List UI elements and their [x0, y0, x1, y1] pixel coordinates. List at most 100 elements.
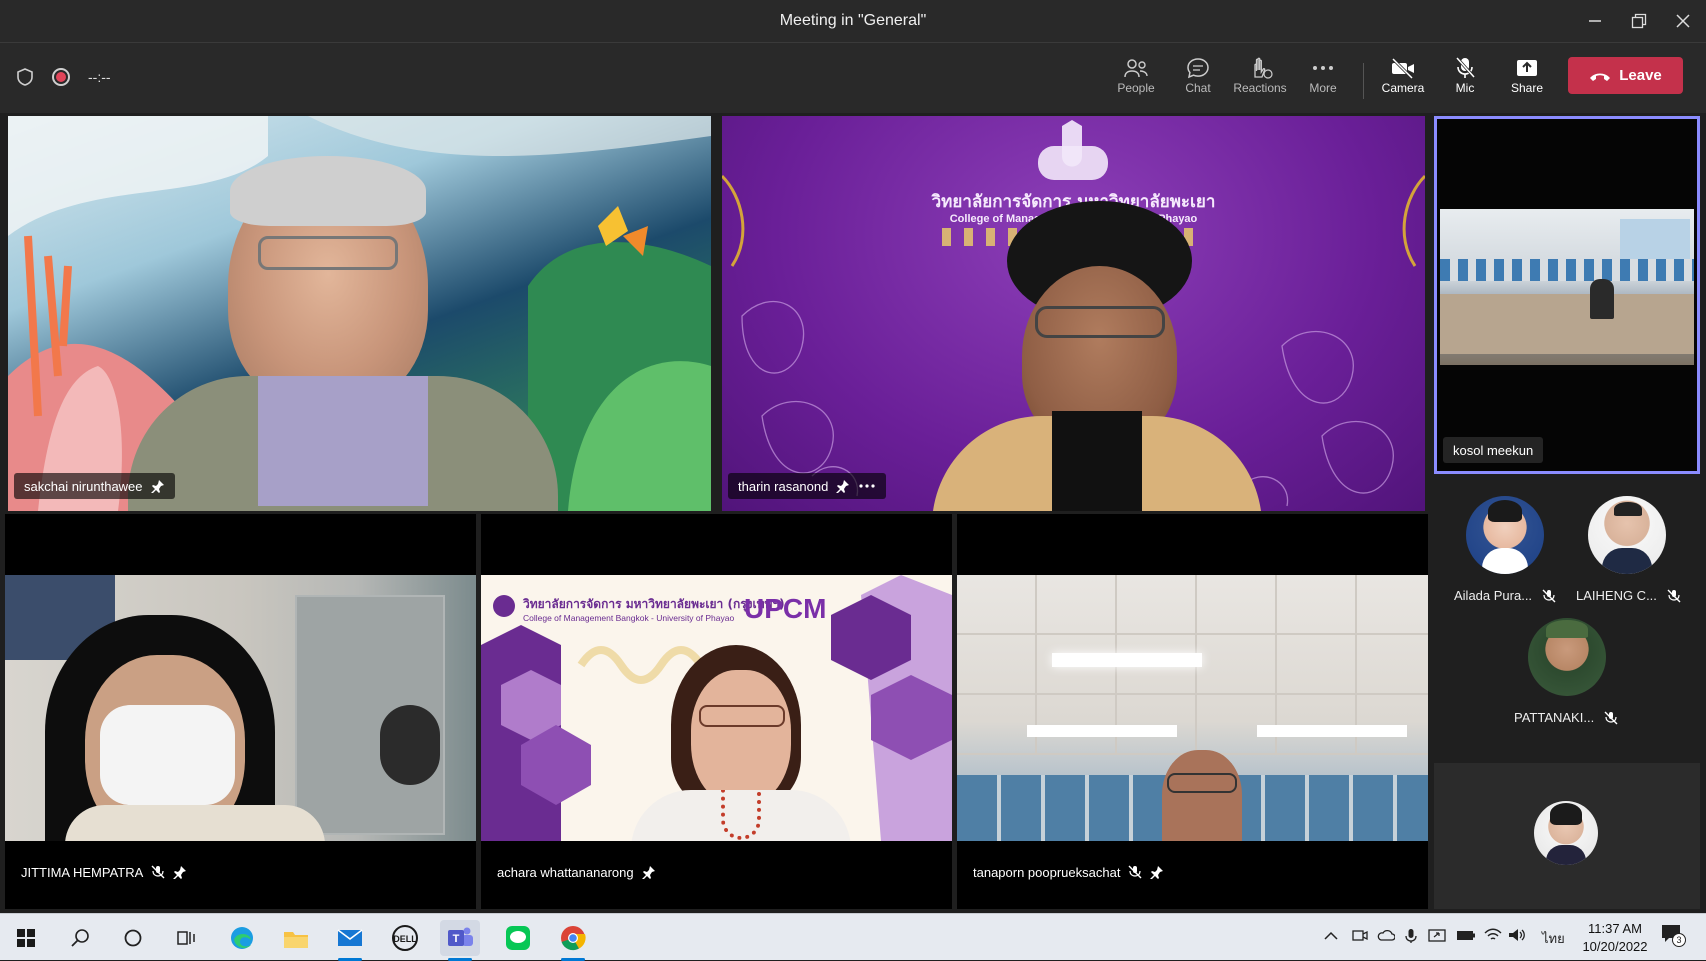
volume-tray-icon[interactable] — [1508, 928, 1526, 945]
participant-shirt — [65, 805, 325, 841]
more-label: More — [1309, 81, 1337, 95]
people-button[interactable]: People — [1107, 55, 1165, 105]
dell-logo-icon: DELL — [392, 925, 418, 951]
cortana-button[interactable] — [113, 920, 153, 956]
participant-name: tharin rasanond — [738, 478, 829, 494]
avatar[interactable] — [1588, 496, 1666, 574]
taskbar-file-explorer[interactable] — [276, 920, 316, 956]
taskbar-chrome[interactable] — [553, 920, 593, 961]
window-title: Meeting in "General" — [779, 12, 927, 29]
mic-muted-icon — [1542, 589, 1556, 602]
pin-icon — [173, 866, 187, 879]
video-tile-kosol[interactable]: kosol meekun — [1434, 116, 1700, 474]
mic-muted-icon — [1667, 589, 1681, 602]
side-participant-laiheng[interactable]: LAIHENG C... — [1576, 588, 1681, 603]
avatar[interactable] — [1528, 618, 1606, 696]
search-icon — [71, 929, 89, 947]
avatar-uniform — [1482, 548, 1528, 574]
video-tile-sakchai[interactable]: sakchai nirunthawee — [8, 116, 711, 511]
svg-text:DELL: DELL — [393, 934, 417, 944]
participant-figure — [1590, 279, 1614, 319]
glasses — [1035, 306, 1165, 338]
meeting-tray-icon[interactable] — [1352, 928, 1368, 945]
mic-muted-icon — [151, 865, 165, 879]
battery-icon — [1457, 931, 1475, 940]
video-tile-achara[interactable]: วิทยาลัยการจัดการ มหาวิทยาลัยพะเยา (กรุง… — [481, 514, 952, 909]
share-label: Share — [1510, 81, 1544, 95]
microphone — [380, 705, 440, 785]
close-icon — [1676, 14, 1690, 28]
pin-icon — [836, 480, 850, 493]
people-label: People — [1117, 81, 1155, 95]
participant-hair — [230, 156, 426, 226]
teams-icon: T — [448, 927, 473, 946]
onedrive-tray-icon[interactable] — [1377, 928, 1396, 944]
people-icon — [1124, 59, 1148, 78]
start-button[interactable] — [6, 920, 46, 956]
action-tray-icon[interactable] — [1428, 928, 1446, 947]
microphone-tray-icon[interactable] — [1405, 928, 1417, 947]
toolbar-divider — [1363, 63, 1364, 99]
taskbar-clock[interactable]: 11:37 AM 10/20/2022 — [1575, 920, 1655, 956]
more-options-icon[interactable] — [858, 483, 876, 489]
participant-name: PATTANAKI... — [1514, 710, 1595, 725]
input-language[interactable]: ไทย — [1542, 928, 1565, 949]
mic-button[interactable]: Mic — [1436, 55, 1494, 105]
mail-icon — [337, 929, 363, 946]
more-button[interactable]: More — [1294, 55, 1352, 105]
video-stage: sakchai nirunthawee วิทยาลัยการจัดการ มห… — [0, 113, 1706, 913]
clock-date: 10/20/2022 — [1582, 939, 1648, 954]
folder-icon — [284, 932, 308, 948]
reactions-hand-icon — [1254, 57, 1273, 79]
svg-text:T: T — [453, 933, 460, 945]
restore-icon — [1631, 13, 1647, 29]
reactions-button[interactable]: Reactions — [1230, 55, 1290, 105]
side-participant-pattanaki[interactable]: PATTANAKI... — [1514, 710, 1618, 725]
close-window-button[interactable] — [1668, 8, 1698, 34]
taskbar-line[interactable] — [498, 920, 538, 956]
glasses — [258, 236, 398, 270]
participant-name: LAIHENG C... — [1576, 588, 1657, 603]
pin-icon — [150, 480, 164, 493]
background-english-title: College of Management Bangkok - Universi… — [523, 613, 735, 623]
participant-face — [691, 670, 791, 805]
room-desks — [1440, 294, 1694, 354]
self-preview-tile[interactable] — [1434, 763, 1700, 909]
minimize-icon — [1589, 20, 1601, 22]
video-tile-tanaporn[interactable]: tanaporn pooprueksachat — [957, 514, 1428, 909]
microphone-icon — [1405, 929, 1417, 943]
side-participant-ailada[interactable]: Ailada Pura... — [1454, 588, 1556, 603]
shield-icon[interactable] — [16, 67, 34, 87]
name-chip: kosol meekun — [1443, 437, 1544, 463]
room-chairs — [1440, 259, 1694, 281]
speaker-icon — [1509, 929, 1525, 941]
chrome-browser-icon — [561, 926, 586, 951]
background-brand: UPCM — [744, 593, 827, 624]
video-tile-jittima[interactable]: JITTIMA HEMPATRA — [5, 514, 476, 909]
wifi-tray-icon[interactable] — [1484, 928, 1502, 945]
name-chip: achara whattananarong — [487, 859, 666, 885]
share-button[interactable]: Share — [1498, 55, 1556, 105]
taskbar-edge[interactable] — [222, 920, 262, 956]
camera-button[interactable]: Camera — [1374, 55, 1432, 105]
chat-button[interactable]: Chat — [1169, 55, 1227, 105]
taskbar-teams[interactable]: T — [440, 920, 480, 961]
participant-video-feed — [1440, 209, 1694, 365]
mic-muted-icon — [1604, 711, 1618, 724]
minimize-button[interactable] — [1580, 8, 1610, 34]
avatar-cap — [1546, 620, 1588, 638]
show-hidden-icons-button[interactable] — [1324, 928, 1338, 944]
cloud-icon — [1377, 929, 1396, 941]
task-view-button[interactable] — [166, 920, 206, 956]
search-button[interactable] — [60, 920, 100, 956]
avatar[interactable] — [1466, 496, 1544, 574]
notification-center-button[interactable]: 3 — [1660, 923, 1686, 948]
cortana-circle-icon — [124, 929, 142, 947]
restore-button[interactable] — [1624, 8, 1654, 34]
chat-icon — [1187, 58, 1209, 79]
taskbar-dell[interactable]: DELL — [385, 920, 425, 956]
video-tile-tharin[interactable]: วิทยาลัยการจัดการ มหาวิทยาลัยพะเยา Colle… — [722, 116, 1425, 511]
taskbar-mail[interactable] — [330, 920, 370, 961]
battery-tray-icon[interactable] — [1456, 928, 1476, 944]
leave-button[interactable]: Leave — [1568, 57, 1683, 94]
